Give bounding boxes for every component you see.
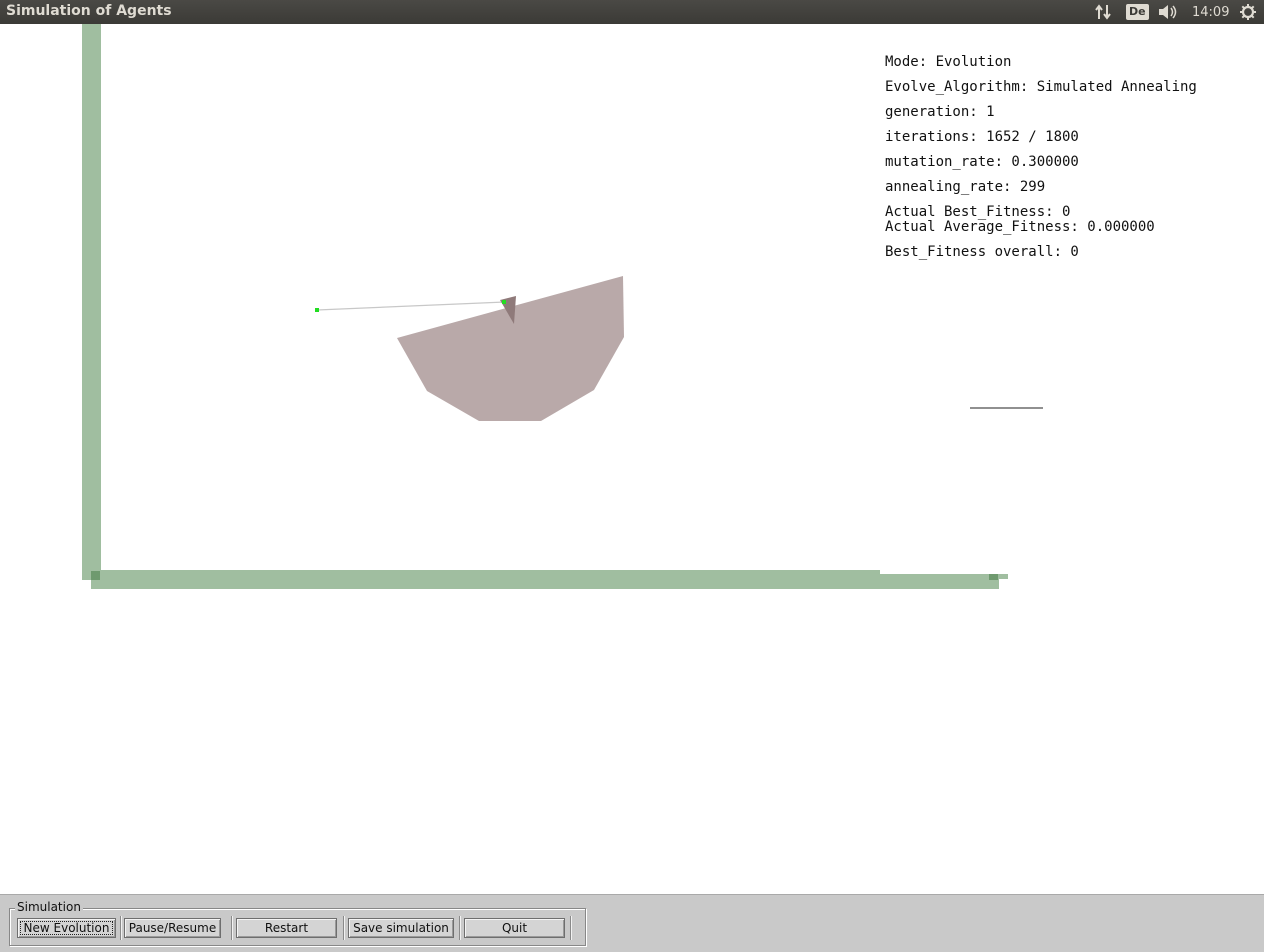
quit-button[interactable]: Quit bbox=[464, 918, 565, 938]
left-wall bbox=[82, 24, 101, 580]
mutation-rate-text: mutation_rate: 0.300000 bbox=[885, 154, 1079, 170]
sensor-origin bbox=[502, 300, 506, 304]
generation-text: generation: 1 bbox=[885, 104, 995, 120]
separator bbox=[459, 916, 461, 940]
new-evolution-button[interactable]: New Evolution bbox=[17, 918, 116, 938]
window-title: Simulation of Agents bbox=[6, 3, 172, 19]
simulation-group: Simulation New Evolution Pause/Resume Re… bbox=[9, 900, 586, 946]
save-simulation-button[interactable]: Save simulation bbox=[348, 918, 454, 938]
control-panel: Simulation New Evolution Pause/Resume Re… bbox=[0, 894, 1264, 952]
actual-average-fitness-text: Actual Average_Fitness: 0.000000 bbox=[885, 219, 1155, 235]
separator bbox=[343, 916, 345, 940]
annealing-rate-text: annealing_rate: 299 bbox=[885, 179, 1046, 195]
floor-wall-extension bbox=[880, 574, 999, 589]
floor-joint-right bbox=[989, 574, 998, 580]
power-gear-icon[interactable] bbox=[1239, 0, 1257, 24]
best-fitness-overall-text: Best_Fitness overall: 0 bbox=[885, 244, 1079, 260]
top-system-bar: Simulation of Agents De 14:09 bbox=[0, 0, 1264, 24]
separator bbox=[231, 916, 233, 940]
floor-tip bbox=[999, 574, 1008, 579]
simulation-canvas[interactable]: Mode: Evolution Evolve_Algorithm: Simula… bbox=[0, 24, 1264, 894]
mode-text: Mode: Evolution bbox=[885, 54, 1012, 70]
actual-best-fitness-text: Actual Best_Fitness: 0 bbox=[885, 204, 1071, 220]
separator bbox=[570, 916, 572, 940]
network-icon[interactable] bbox=[1094, 0, 1114, 24]
algorithm-text: Evolve_Algorithm: Simulated Annealing bbox=[885, 79, 1197, 95]
floor-joint-left bbox=[91, 571, 100, 580]
restart-button[interactable]: Restart bbox=[236, 918, 337, 938]
sensor-endpoint bbox=[315, 308, 319, 312]
floor-wall bbox=[91, 570, 880, 589]
keyboard-layout-indicator[interactable]: De bbox=[1126, 0, 1149, 24]
iterations-text: iterations: 1652 / 1800 bbox=[885, 129, 1079, 145]
pause-resume-button[interactable]: Pause/Resume bbox=[124, 918, 221, 938]
keyboard-layout-label: De bbox=[1126, 4, 1149, 20]
simulation-group-label: Simulation bbox=[15, 900, 83, 914]
sensor-ray bbox=[316, 301, 506, 311]
clock[interactable]: 14:09 bbox=[1192, 0, 1229, 24]
volume-icon[interactable] bbox=[1157, 0, 1179, 24]
separator bbox=[120, 916, 122, 940]
